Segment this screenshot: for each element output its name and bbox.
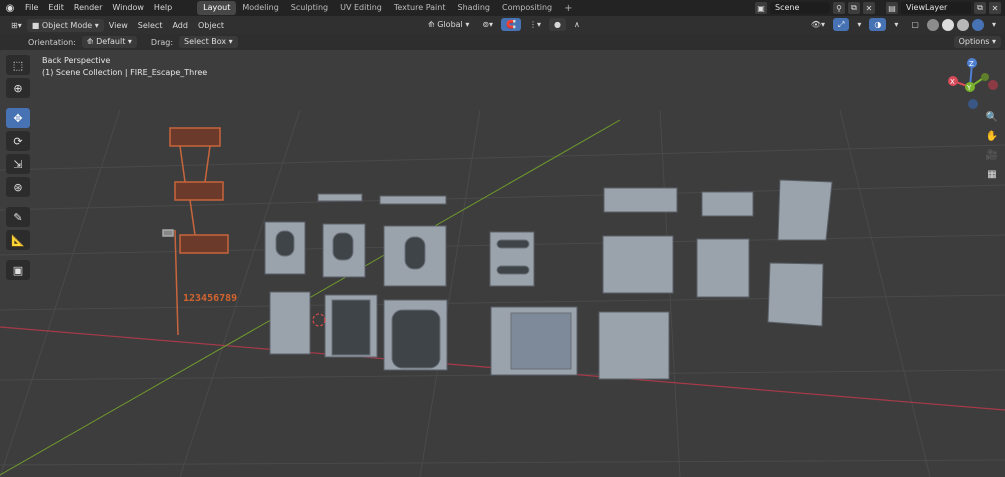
new-view-layer-icon[interactable]: ⧉ — [974, 2, 986, 14]
overlay-toggle-icon[interactable]: ◑ — [869, 18, 887, 31]
pivot-icon[interactable]: ⊚▾ — [477, 18, 498, 31]
snap-target-icon[interactable]: ⋮▾ — [524, 18, 546, 31]
tab-layout[interactable]: Layout — [197, 1, 237, 15]
orientation-dropdown[interactable]: ⟰ Global ▾ — [423, 18, 474, 31]
wireframe-shading-icon[interactable] — [926, 18, 939, 31]
orientation-icon: ⟰ — [428, 20, 435, 29]
view-name-label: Back Perspective — [42, 56, 111, 65]
hand-pan-icon[interactable]: ✋ — [985, 129, 999, 143]
top-menu-bar: ◉ File Edit Render Window Help Layout Mo… — [0, 0, 1005, 16]
move-icon[interactable]: ✥ — [6, 108, 30, 128]
tab-compositing[interactable]: Compositing — [496, 1, 558, 15]
tab-modeling[interactable]: Modeling — [236, 1, 284, 15]
view-layer-icon[interactable]: ▤ — [886, 2, 898, 14]
tab-sculpting[interactable]: Sculpting — [285, 1, 334, 15]
transform-icon[interactable]: ⊛ — [6, 177, 30, 197]
drag-dropdown[interactable]: Select Box ▾ — [179, 36, 238, 48]
menu-view[interactable]: View — [104, 19, 133, 32]
solid-shading-icon[interactable] — [941, 18, 954, 31]
delete-view-layer-icon[interactable]: ✕ — [989, 2, 1001, 14]
menu-window[interactable]: Window — [107, 0, 149, 16]
rendered-shading-icon[interactable] — [971, 18, 984, 31]
menu-file[interactable]: File — [20, 0, 43, 16]
rotate-icon[interactable]: ⟳ — [6, 131, 30, 151]
menu-edit[interactable]: Edit — [43, 0, 69, 16]
number-sign: 123456789 — [183, 293, 237, 304]
gizmo-x-label: X — [950, 78, 955, 86]
drag-label: Drag: — [150, 37, 174, 47]
scene-icon[interactable]: ▣ — [755, 2, 767, 14]
overlay-dropdown-icon[interactable]: ▾ — [889, 18, 903, 31]
mode-label: Object Mode — [41, 20, 93, 30]
add-workspace-button[interactable]: + — [558, 3, 578, 14]
options-dropdown[interactable]: Options ▾ — [953, 36, 1001, 48]
scene-name-field[interactable]: Scene — [770, 2, 830, 14]
measure-icon[interactable]: 📐 — [6, 230, 30, 250]
shading-dropdown-icon[interactable]: ▾ — [987, 18, 1001, 31]
mode-dropdown[interactable]: ■ Object Mode ▾ — [26, 18, 104, 32]
menu-render[interactable]: Render — [69, 0, 107, 16]
menu-object[interactable]: Object — [193, 19, 229, 32]
default-orientation-icon: ⟰ — [86, 37, 94, 46]
gizmo-neg-z-ball[interactable] — [968, 99, 978, 109]
3d-viewport[interactable]: 123456789 Back Perspective (1) Scene Col… — [0, 50, 1005, 477]
proportional-edit-icon[interactable]: ● — [549, 18, 567, 31]
viewport-scene: 123456789 — [0, 109, 1005, 477]
drag-value: Select Box — [184, 37, 227, 46]
orientation-dropdown-default[interactable]: ⟰ Default ▾ — [81, 36, 137, 48]
navigation-controls: 🔍 ✋ 🎥 ▦ — [985, 110, 999, 181]
delete-scene-icon[interactable]: ✕ — [863, 2, 875, 14]
gizmo-y-label: Y — [966, 84, 972, 92]
options-label: Options — [958, 37, 990, 46]
gizmo-neg-y-ball[interactable] — [981, 73, 989, 81]
tab-shading[interactable]: Shading — [451, 1, 496, 15]
left-toolbar: ⬚ ⊕ ✥ ⟳ ⇲ ⊛ ✎ 📐 ▣ — [6, 55, 30, 280]
gizmo-dropdown-icon[interactable]: ▾ — [852, 18, 866, 31]
grid-icon[interactable]: ▦ — [985, 167, 999, 181]
select-box-icon[interactable]: ⬚ — [6, 55, 30, 75]
tab-texture-paint[interactable]: Texture Paint — [388, 1, 452, 15]
zoom-icon[interactable]: 🔍 — [985, 110, 999, 124]
tool-settings-bar: Orientation: ⟰ Default ▾ Drag: Select Bo… — [0, 34, 1005, 50]
orientation-default-label: Default — [96, 37, 126, 46]
gizmo-toggle-icon[interactable]: ⤢ — [833, 18, 850, 31]
navigation-gizmo[interactable]: Z X Y — [945, 55, 1005, 117]
snap-toggle-icon[interactable]: 🧲 — [501, 18, 522, 31]
floor-grid — [0, 109, 1005, 477]
menu-help[interactable]: Help — [149, 0, 177, 16]
camera-icon[interactable]: 🎥 — [985, 148, 999, 162]
menu-select[interactable]: Select — [133, 19, 168, 32]
toolbar-gap — [6, 253, 30, 257]
view-layer-field[interactable]: ViewLayer — [901, 2, 971, 14]
new-scene-icon[interactable]: ⧉ — [848, 2, 860, 14]
add-cube-icon[interactable]: ▣ — [6, 260, 30, 280]
visibility-icon[interactable]: 👁▾ — [806, 18, 830, 31]
annotate-icon[interactable]: ✎ — [6, 207, 30, 227]
toolbar-gap — [6, 101, 30, 105]
gizmo-z-label: Z — [969, 60, 974, 68]
workspace-tabs: Layout Modeling Sculpting UV Editing Tex… — [197, 0, 578, 16]
editor-type-icon[interactable]: ⊞▾ — [6, 19, 27, 32]
cursor-icon[interactable]: ⊕ — [6, 78, 30, 98]
gizmo-neg-x-ball[interactable] — [988, 80, 998, 90]
falloff-icon[interactable]: ∧ — [569, 18, 585, 31]
viewport-header: ⊞▾ ■ Object Mode ▾ View Select Add Objec… — [0, 16, 1005, 34]
scale-icon[interactable]: ⇲ — [6, 154, 30, 174]
material-shading-icon[interactable] — [956, 18, 969, 31]
xray-icon[interactable]: ▢ — [906, 18, 924, 31]
orientation-label: Orientation: — [28, 37, 76, 47]
collection-info-label: (1) Scene Collection | FIRE_Escape_Three — [42, 68, 208, 77]
blender-logo-icon[interactable]: ◉ — [0, 0, 20, 16]
menu-add[interactable]: Add — [167, 19, 193, 32]
3d-cursor[interactable] — [312, 313, 326, 327]
orientation-global-label: Global — [437, 20, 463, 29]
pin-icon[interactable]: ⚲ — [833, 2, 845, 14]
tab-uv-editing[interactable]: UV Editing — [334, 1, 388, 15]
toolbar-gap — [6, 200, 30, 204]
